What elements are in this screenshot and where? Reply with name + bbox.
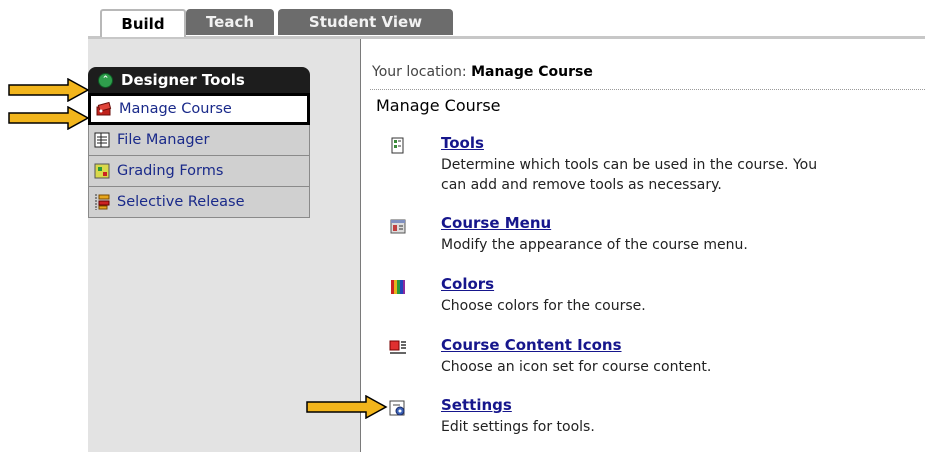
settings-link[interactable]: Settings [441, 396, 512, 414]
tab-build[interactable]: Build [100, 9, 186, 37]
arrow-pointer-settings [306, 395, 388, 419]
tools-link[interactable]: Tools [441, 134, 484, 152]
description-line: Modify the appearance of the course menu… [441, 237, 748, 253]
entry-settings: Settings Edit settings for tools. [388, 396, 925, 441]
designer-tools-header[interactable]: ⌃ Designer Tools [88, 67, 310, 93]
entry-course-menu: Course Menu Modify the appearance of the… [388, 214, 925, 259]
page-title: Manage Course [376, 96, 501, 115]
colors-icon [391, 280, 405, 294]
menu-item-file-manager[interactable]: File Manager [88, 125, 310, 156]
settings-icon [389, 400, 405, 416]
file-manager-icon [94, 132, 110, 148]
course-content-icons-icon [389, 340, 406, 354]
entry-tools: Tools Determine which tools can be used … [388, 134, 925, 194]
menu-item-label: Grading Forms [117, 163, 224, 179]
description-line: Edit settings for tools. [441, 419, 595, 435]
tab-bar: Build Teach Student View [0, 0, 925, 39]
collapse-icon[interactable]: ⌃ [98, 72, 113, 88]
description-line: Choose colors for the course. [441, 298, 646, 314]
course-content-icons-link[interactable]: Course Content Icons [441, 336, 622, 354]
course-menu-link[interactable]: Course Menu [441, 214, 551, 232]
designer-tools-title: Designer Tools [121, 71, 245, 89]
course-menu-description: Modify the appearance of the course menu… [441, 235, 748, 255]
course-content-icons-description: Choose an icon set for course content. [441, 357, 711, 377]
menu-item-label: Manage Course [119, 101, 232, 117]
entry-colors: Colors Choose colors for the course. [388, 275, 925, 320]
colors-link[interactable]: Colors [441, 275, 494, 293]
menu-item-label: Selective Release [117, 194, 245, 210]
tab-teach[interactable]: Teach [186, 9, 274, 35]
breadcrumb: Your location: Manage Course [372, 64, 593, 80]
breadcrumb-prefix: Your location: [372, 64, 467, 80]
description-line: can add and remove tools as necessary. [441, 177, 722, 193]
arrow-pointer-manage-course [8, 106, 90, 130]
menu-item-selective-release[interactable]: Selective Release [88, 187, 310, 218]
description-line: Choose an icon set for course content. [441, 359, 712, 375]
tools-description: Determine which tools can be used in the… [441, 155, 817, 195]
arrow-pointer-designer-tools [8, 78, 90, 102]
menu-item-manage-course[interactable]: Manage Course [88, 93, 310, 125]
settings-description: Edit settings for tools. [441, 417, 595, 437]
entry-course-content-icons: Course Content Icons Choose an icon set … [388, 336, 925, 381]
selective-release-icon [95, 194, 110, 210]
colors-description: Choose colors for the course. [441, 296, 646, 316]
menu-item-grading-forms[interactable]: Grading Forms [88, 156, 310, 187]
menu-item-label: File Manager [117, 132, 210, 148]
course-menu-icon [390, 219, 406, 234]
description-line: Determine which tools can be used in the… [441, 157, 818, 173]
designer-tools-menu: ⌃ Designer Tools Manage Course File Mana… [88, 67, 310, 218]
breadcrumb-current: Manage Course [471, 64, 593, 80]
manage-course-icon [96, 101, 112, 116]
tools-icon [391, 137, 404, 154]
tab-student-view[interactable]: Student View [278, 9, 453, 35]
breadcrumb-divider [370, 89, 925, 90]
grading-forms-icon [94, 163, 110, 179]
